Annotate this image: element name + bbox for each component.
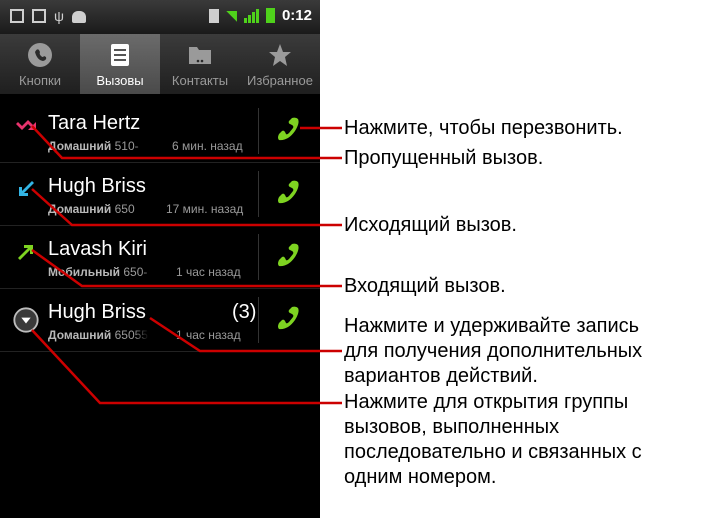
clock: 0:12 <box>281 7 312 24</box>
contact-name: Hugh Briss <box>48 301 146 323</box>
tab-label: Избранное <box>247 73 313 88</box>
tab-bar: Кнопки Вызовы Контакты Избранное <box>0 34 320 94</box>
tab-contacts[interactable]: Контакты <box>160 34 240 94</box>
call-log-item[interactable]: Lavash Kiri Мобильный 650- 1 час назад <box>0 226 320 289</box>
expand-group-button[interactable] <box>12 306 40 334</box>
signal-icon <box>243 8 259 23</box>
call-log-group-item[interactable]: Hugh Briss (3) Домашний 65055 1 час наза… <box>0 289 320 352</box>
tab-label: Контакты <box>171 73 229 88</box>
call-back-button[interactable] <box>270 176 306 212</box>
phone-icon <box>28 43 52 67</box>
divider <box>258 297 259 343</box>
call-details: Мобильный 650- <box>48 265 148 279</box>
callout-longpress-line3: вариантов действий. <box>344 365 538 387</box>
missed-call-icon <box>16 120 36 130</box>
android-debug-icon <box>71 11 86 23</box>
callout-group-line2: вызовов, выполненных <box>344 416 560 438</box>
call-time: 1 час назад <box>176 265 241 279</box>
call-time: 6 мин. назад <box>172 139 243 153</box>
tab-dialer[interactable]: Кнопки <box>0 34 80 94</box>
status-bar: ψ ◥ 0:12 <box>0 0 320 34</box>
call-details: Домашний 650 <box>48 202 135 216</box>
call-back-button[interactable] <box>270 302 306 338</box>
callout-group-line4: одним номером. <box>344 466 497 488</box>
mail-icon <box>32 9 46 23</box>
notification-icon <box>10 9 24 23</box>
call-details: Домашний 510- <box>48 139 139 153</box>
sim-icon <box>209 8 220 23</box>
callout-longpress-line1: Нажмите и удерживайте запись <box>344 315 640 337</box>
call-log-item[interactable]: Tara Hertz Домашний 510- 6 мин. назад <box>0 100 320 163</box>
phone-screen: ψ ◥ 0:12 Кнопки Вызовы Контакты Избранно… <box>0 0 320 518</box>
callout-missed: Пропущенный вызов. <box>344 147 544 169</box>
callout-outgoing: Исходящий вызов. <box>344 214 517 236</box>
star-icon <box>269 44 291 66</box>
call-log-icon <box>111 44 129 66</box>
call-count-badge: (3) <box>232 301 257 323</box>
callout-callback: Нажмите, чтобы перезвонить. <box>344 117 623 139</box>
call-log-item[interactable]: Hugh Briss Домашний 650 17 мин. назад <box>0 163 320 226</box>
callout-group-line1: Нажмите для открытия группы <box>344 391 629 413</box>
contacts-icon <box>189 47 211 64</box>
contact-name: Lavash Kiri <box>48 238 147 260</box>
callout-incoming: Входящий вызов. <box>344 275 506 297</box>
tab-call-log[interactable]: Вызовы <box>80 34 160 94</box>
usb-icon: ψ <box>54 8 64 24</box>
wifi-icon: ◥ <box>226 7 237 23</box>
outgoing-call-icon <box>19 181 34 196</box>
contact-name: Hugh Briss <box>48 175 146 197</box>
callout-group-line3: последовательно и связанных с <box>344 441 642 463</box>
contact-name: Tara Hertz <box>48 112 141 134</box>
divider <box>258 171 259 217</box>
call-time: 17 мин. назад <box>166 202 244 216</box>
call-time: 1 час назад <box>176 328 241 342</box>
incoming-call-icon <box>18 245 33 260</box>
tab-label: Кнопки <box>19 73 61 88</box>
tab-label: Вызовы <box>96 73 144 88</box>
call-back-button[interactable] <box>270 113 306 149</box>
battery-icon <box>265 8 275 23</box>
call-details: Домашний 65055 <box>48 328 148 342</box>
divider <box>258 108 259 154</box>
callout-longpress-line2: для получения дополнительных <box>344 340 643 362</box>
tab-favorites[interactable]: Избранное <box>240 34 320 94</box>
call-back-button[interactable] <box>270 239 306 275</box>
divider <box>258 234 259 280</box>
